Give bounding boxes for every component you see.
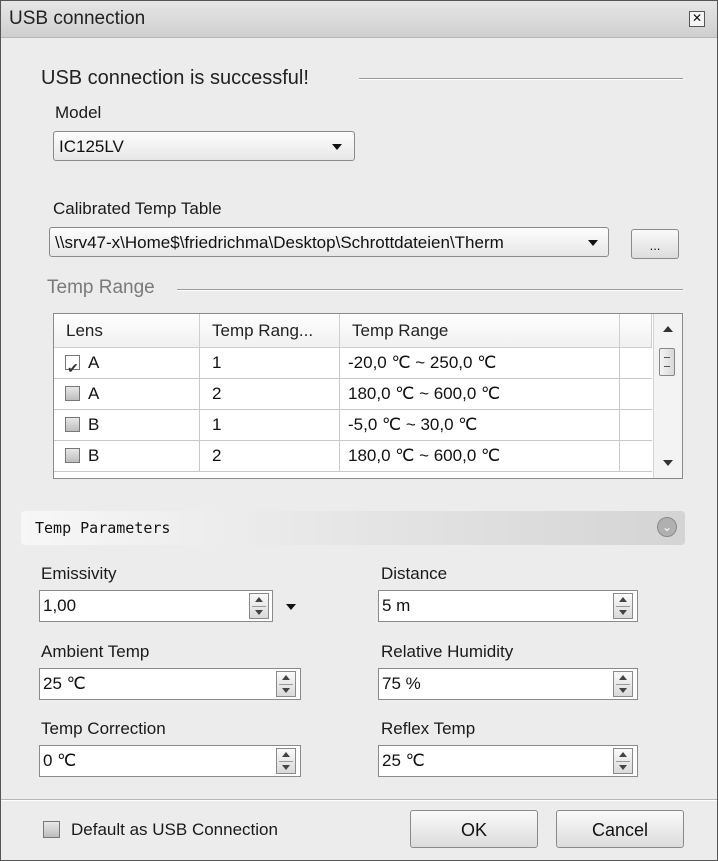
close-icon[interactable]: ✕ (689, 11, 705, 27)
calibrated-temp-table-label: Calibrated Temp Table (53, 199, 222, 218)
temp-range-index-cell: 2 (200, 379, 340, 409)
temp-correction-field[interactable]: 0 ℃ (39, 745, 301, 777)
default-usb-label: Default as USB Connection (71, 820, 278, 839)
distance-value: 5 m (382, 596, 411, 615)
temp-range-cell: -20,0 ℃ ~ 250,0 ℃ (340, 348, 620, 378)
column-header-temp-range[interactable]: Temp Range (340, 314, 620, 348)
reflex-temp-stepper[interactable] (613, 748, 633, 774)
emissivity-value: 1,00 (43, 596, 77, 615)
window-title: USB connection (9, 8, 146, 29)
temp-range-divider (177, 289, 683, 291)
temp-correction-stepper[interactable] (276, 748, 296, 774)
lens-value: A (88, 384, 100, 403)
row-checkbox[interactable] (65, 353, 80, 378)
temp-range-cell: 180,0 ℃ ~ 600,0 ℃ (340, 379, 620, 409)
lens-cell: A (54, 379, 200, 409)
lens-cell: B (54, 441, 200, 471)
chevron-down-icon (332, 144, 342, 150)
usb-connection-dialog: USB connection ✕ USB connection is succe… (0, 0, 718, 861)
table-row[interactable]: A 1 -20,0 ℃ ~ 250,0 ℃ (54, 348, 652, 379)
scroll-thumb[interactable] (659, 348, 675, 376)
distance-label: Distance (381, 564, 448, 583)
column-header-filler (620, 314, 652, 348)
distance-field[interactable]: 5 m (378, 590, 638, 622)
relative-humidity-label: Relative Humidity (381, 642, 514, 661)
temp-range-cell: -5,0 ℃ ~ 30,0 ℃ (340, 410, 620, 440)
table-scrollbar[interactable] (653, 314, 682, 478)
temp-range-cell: 180,0 ℃ ~ 600,0 ℃ (340, 441, 620, 471)
temp-correction-label: Temp Correction (41, 719, 166, 738)
reflex-temp-label: Reflex Temp (381, 719, 476, 738)
scroll-up-icon[interactable] (663, 326, 673, 332)
emissivity-dropdown-icon[interactable] (286, 604, 296, 610)
footer-divider (1, 799, 717, 801)
connection-status-text: USB connection is successful! (41, 67, 309, 89)
ambient-temp-field[interactable]: 25 ℃ (39, 668, 301, 700)
temp-range-table: Lens Temp Rang... Temp Range A 1 -20,0 ℃… (53, 313, 683, 479)
temp-range-index-cell: 2 (200, 441, 340, 471)
temp-range-index-cell: 1 (200, 410, 340, 440)
chevron-double-down-icon[interactable]: ⌄ (657, 517, 677, 537)
emissivity-stepper[interactable] (249, 593, 269, 619)
column-header-lens[interactable]: Lens (54, 314, 200, 348)
reflex-temp-value: 25 ℃ (382, 751, 425, 770)
lens-cell: B (54, 410, 200, 440)
title-bar: USB connection ✕ (1, 1, 717, 38)
model-select[interactable]: IC125LV (53, 131, 355, 161)
relative-humidity-stepper[interactable] (613, 671, 633, 697)
temp-range-group-title: Temp Range (47, 277, 155, 298)
lens-cell: A (54, 348, 200, 378)
chevron-down-icon (588, 240, 598, 246)
row-checkbox[interactable] (65, 448, 80, 463)
browse-button[interactable]: ... (631, 229, 679, 259)
status-divider (359, 78, 683, 80)
default-usb-checkbox[interactable] (43, 821, 60, 838)
temp-parameters-title: Temp Parameters (35, 519, 171, 537)
calibrated-temp-table-value: \\srv47-x\Home$\friedrichma\Desktop\Schr… (55, 233, 504, 252)
ambient-temp-label: Ambient Temp (41, 642, 150, 661)
temp-range-index-cell: 1 (200, 348, 340, 378)
row-checkbox[interactable] (65, 417, 80, 432)
emissivity-label: Emissivity (41, 564, 117, 583)
ok-button[interactable]: OK (410, 810, 538, 848)
ambient-temp-stepper[interactable] (276, 671, 296, 697)
scroll-down-icon[interactable] (663, 460, 673, 466)
relative-humidity-field[interactable]: 75 % (378, 668, 638, 700)
reflex-temp-field[interactable]: 25 ℃ (378, 745, 638, 777)
cancel-button[interactable]: Cancel (556, 810, 684, 848)
table-row[interactable]: A 2 180,0 ℃ ~ 600,0 ℃ (54, 379, 652, 410)
model-label: Model (55, 103, 102, 122)
temp-parameters-header[interactable]: Temp Parameters ⌄ (21, 511, 685, 545)
lens-value: A (88, 353, 100, 372)
table-row[interactable]: B 1 -5,0 ℃ ~ 30,0 ℃ (54, 410, 652, 441)
ambient-temp-value: 25 ℃ (43, 674, 86, 693)
row-checkbox[interactable] (65, 386, 80, 401)
table-row[interactable]: B 2 180,0 ℃ ~ 600,0 ℃ (54, 441, 652, 472)
relative-humidity-value: 75 % (382, 674, 421, 693)
distance-stepper[interactable] (613, 593, 633, 619)
emissivity-field[interactable]: 1,00 (39, 590, 273, 622)
lens-value: B (88, 446, 100, 465)
lens-value: B (88, 415, 100, 434)
column-header-temp-range-index[interactable]: Temp Rang... (200, 314, 340, 348)
calibrated-temp-table-select[interactable]: \\srv47-x\Home$\friedrichma\Desktop\Schr… (49, 227, 609, 257)
temp-correction-value: 0 ℃ (43, 751, 77, 770)
model-selected-value: IC125LV (59, 137, 124, 156)
